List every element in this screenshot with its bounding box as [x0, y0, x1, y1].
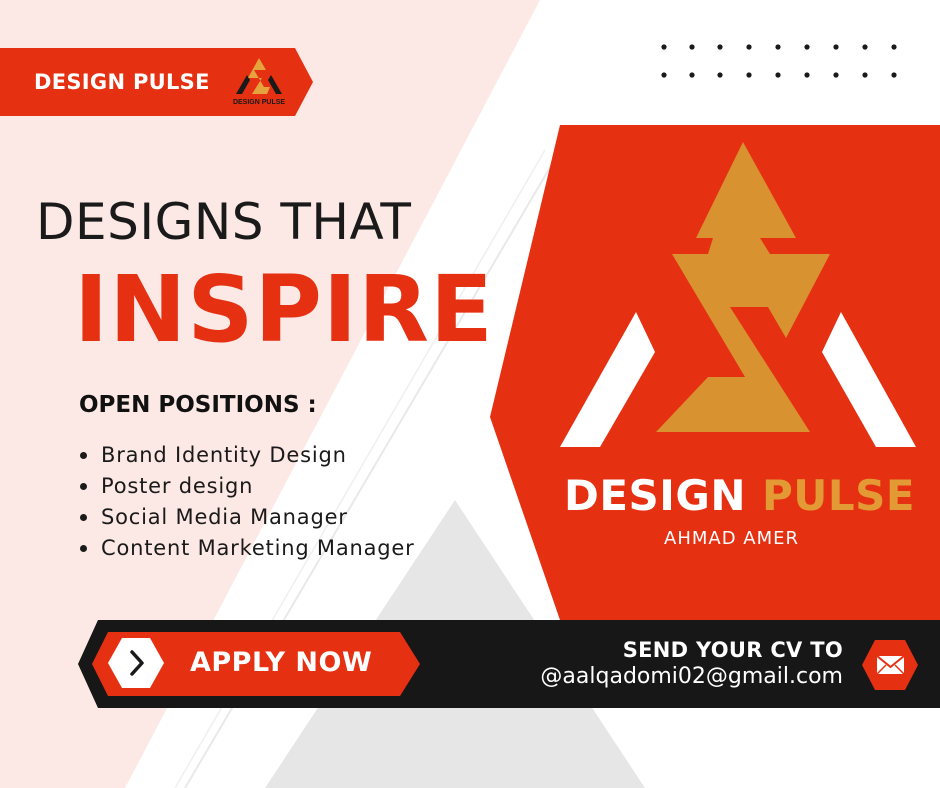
brand-subtitle: AHMAD AMER	[664, 528, 799, 549]
brand-logo-icon	[560, 142, 916, 447]
list-item-label: Poster design	[101, 474, 254, 498]
bullet-icon	[80, 514, 87, 521]
envelope-icon[interactable]	[862, 640, 918, 690]
bullet-icon	[80, 452, 87, 459]
bullet-icon	[80, 545, 87, 552]
positions-list: Brand Identity Design Poster design Soci…	[76, 440, 516, 564]
dots-decoration	[661, 44, 897, 78]
list-item-label: Social Media Manager	[101, 505, 348, 529]
apply-now-button[interactable]: APPLY NOW	[190, 645, 390, 681]
bullet-icon	[80, 483, 87, 490]
header-label: DESIGN PULSE	[34, 70, 210, 94]
list-item: Brand Identity Design	[76, 440, 516, 471]
brand-name-pulse: PULSE	[762, 471, 916, 520]
brand-name-design: DESIGN	[564, 471, 747, 520]
poster: DESIGN PULSE DESIGN PULSE DESIGNS THAT I…	[0, 0, 940, 788]
list-item: Content Marketing Manager	[76, 533, 516, 564]
headline: DESIGNS THAT	[36, 193, 412, 251]
design-pulse-logo-icon: DESIGN PULSE	[233, 58, 285, 106]
list-item: Social Media Manager	[76, 502, 516, 533]
logo-caption: DESIGN PULSE	[233, 99, 285, 106]
list-item: Poster design	[76, 471, 516, 502]
list-item-label: Brand Identity Design	[101, 443, 347, 467]
positions-title: OPEN POSITIONS :	[79, 392, 317, 418]
send-cv-title: SEND YOUR CV TO	[622, 638, 843, 662]
chevron-right-icon[interactable]	[112, 638, 162, 688]
headline-inspire: INSPIRE	[74, 256, 494, 363]
list-item-label: Content Marketing Manager	[101, 536, 415, 560]
email-link[interactable]: @aalqadomi02@gmail.com	[505, 664, 843, 689]
